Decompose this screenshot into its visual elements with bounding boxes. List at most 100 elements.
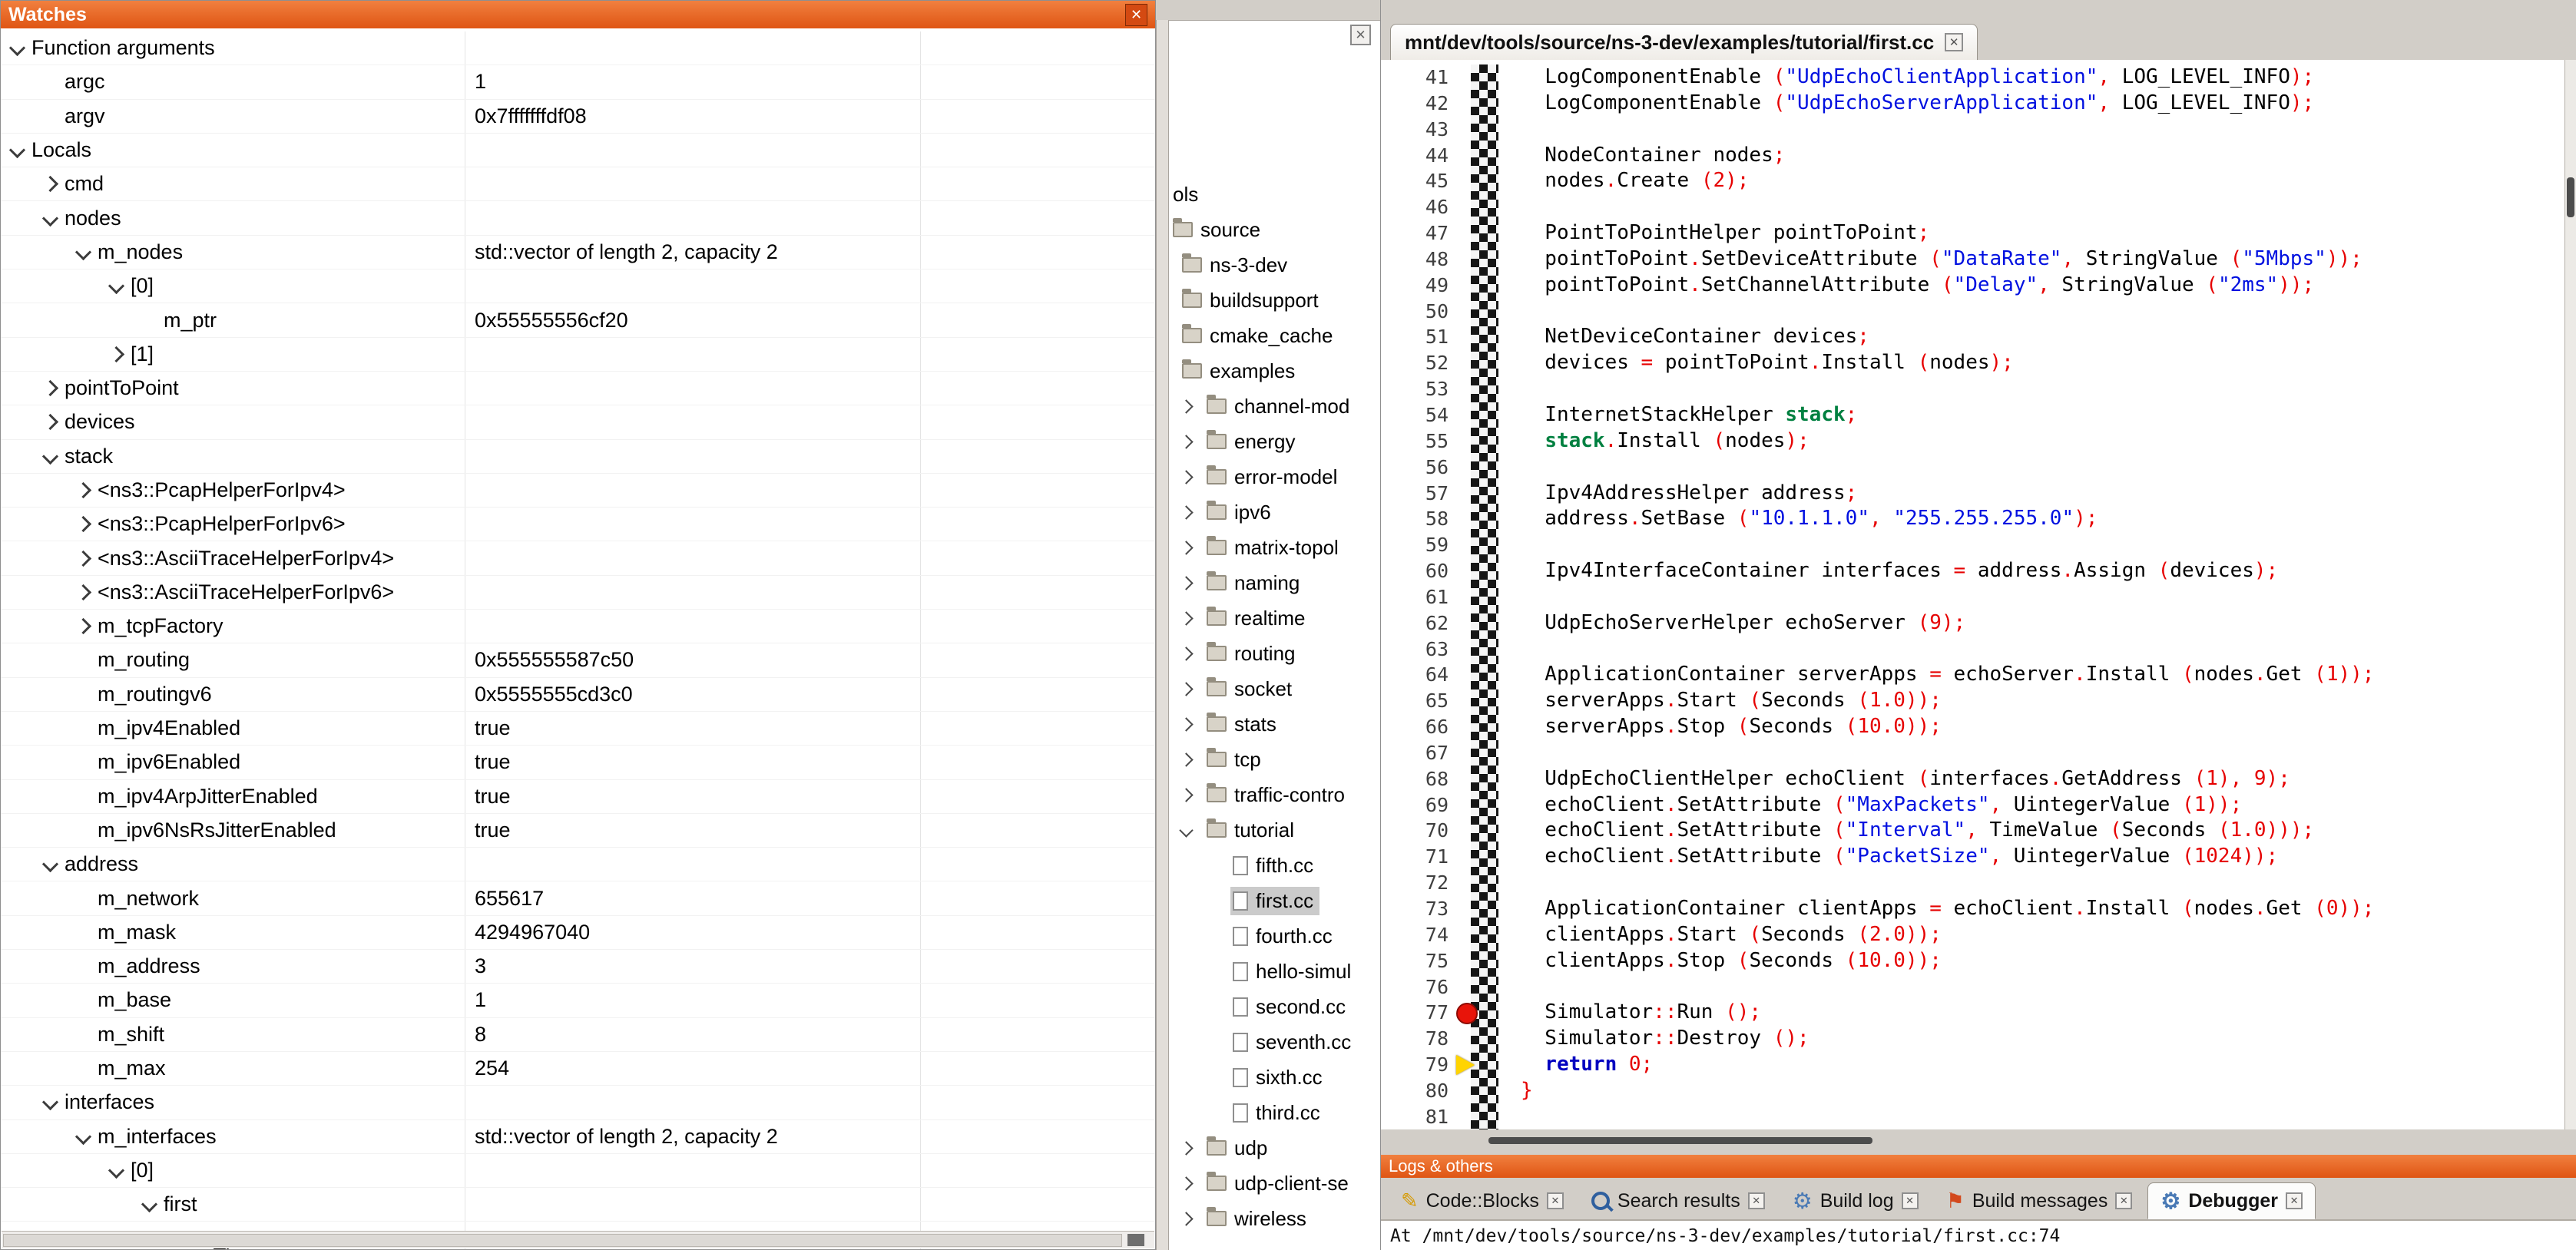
tree-item-ols[interactable]: ols xyxy=(1169,177,1380,212)
tree-item-stats[interactable]: stats xyxy=(1169,706,1380,742)
close-icon[interactable] xyxy=(2115,1192,2132,1209)
tree-item-wireless[interactable]: wireless xyxy=(1169,1201,1380,1236)
item-label-wrap[interactable]: matrix-topol xyxy=(1204,534,1345,562)
gutter-gap[interactable] xyxy=(1455,350,1521,376)
gutter-gap[interactable] xyxy=(1455,532,1521,558)
item-label-wrap[interactable]: ns-3-dev xyxy=(1180,251,1293,279)
watch-row[interactable]: m_ipv6NsRsJitterEnabledtrue xyxy=(1,814,1155,848)
line-number[interactable]: 75 xyxy=(1381,948,1455,974)
expand-icon[interactable] xyxy=(75,584,91,600)
watch-row[interactable]: m_shift8 xyxy=(1,1018,1155,1052)
gutter-gap[interactable] xyxy=(1455,922,1521,948)
watch-row[interactable]: pointToPoint xyxy=(1,372,1155,405)
item-label-wrap[interactable]: routing xyxy=(1204,640,1302,668)
expand-icon[interactable] xyxy=(1179,752,1193,766)
item-label-wrap[interactable]: second.cc xyxy=(1230,993,1352,1021)
expand-icon[interactable] xyxy=(1179,788,1193,802)
expand-icon[interactable] xyxy=(75,482,91,498)
watch-row[interactable]: m_routing0x555555587c50 xyxy=(1,643,1155,677)
gutter-gap[interactable] xyxy=(1455,1026,1521,1052)
line-number[interactable]: 66 xyxy=(1381,714,1455,740)
gutter-gap[interactable] xyxy=(1455,402,1521,428)
watch-row[interactable]: <ns3::PcapHelperForIpv6> xyxy=(1,508,1155,541)
tree-item-hello-simul[interactable]: hello-simul xyxy=(1169,954,1380,989)
line-number[interactable]: 51 xyxy=(1381,324,1455,350)
close-icon[interactable] xyxy=(1902,1192,1919,1209)
watch-row[interactable]: <ns3::AsciiTraceHelperForIpv4> xyxy=(1,541,1155,575)
watch-row[interactable]: m_ipv6Enabledtrue xyxy=(1,746,1155,779)
watch-row[interactable]: m_tcpFactory xyxy=(1,610,1155,643)
watch-row[interactable]: Function arguments xyxy=(1,31,1155,65)
editor-vertical-scrollbar[interactable] xyxy=(2564,60,2576,1129)
close-icon[interactable] xyxy=(1350,25,1371,45)
tree-item-tcp[interactable]: tcp xyxy=(1169,742,1380,777)
line-number[interactable]: 80 xyxy=(1381,1078,1455,1104)
tree-item-matrix-topol[interactable]: matrix-topol xyxy=(1169,530,1380,565)
tree-item-examples[interactable]: examples xyxy=(1169,353,1380,389)
tree-item-ns-3-dev[interactable]: ns-3-dev xyxy=(1169,247,1380,283)
code-editor[interactable]: 41 LogComponentEnable ("UdpEchoClientApp… xyxy=(1381,60,2564,1129)
watch-row[interactable]: m_address3 xyxy=(1,950,1155,984)
watch-row[interactable]: Locals xyxy=(1,134,1155,167)
collapse-icon[interactable] xyxy=(141,1196,157,1212)
tab-build-log[interactable]: Build log xyxy=(1780,1182,1931,1219)
item-label-wrap[interactable]: udp-client-se xyxy=(1204,1169,1355,1198)
close-icon[interactable] xyxy=(1945,33,1963,51)
watch-row[interactable]: [0] xyxy=(1,270,1155,303)
gutter-gap[interactable] xyxy=(1455,870,1521,896)
item-label-wrap[interactable]: ipv6 xyxy=(1204,498,1277,527)
item-label-wrap[interactable]: energy xyxy=(1204,428,1302,456)
expand-icon[interactable] xyxy=(1179,717,1193,731)
gutter-gap[interactable] xyxy=(1455,324,1521,350)
collapse-icon[interactable] xyxy=(108,1162,124,1179)
watch-row[interactable]: <ns3::PcapHelperForIpv4> xyxy=(1,474,1155,508)
tree-item-udp[interactable]: udp xyxy=(1169,1130,1380,1166)
watch-row[interactable]: cmd xyxy=(1,167,1155,201)
gutter-gap[interactable] xyxy=(1455,688,1521,714)
gutter-gap[interactable] xyxy=(1455,766,1521,792)
line-number[interactable]: 76 xyxy=(1381,974,1455,1000)
gutter-gap[interactable] xyxy=(1455,1104,1521,1129)
gutter-gap[interactable] xyxy=(1455,584,1521,610)
line-number[interactable]: 72 xyxy=(1381,870,1455,896)
item-label-wrap[interactable]: channel-mod xyxy=(1204,392,1356,421)
line-number[interactable]: 71 xyxy=(1381,844,1455,870)
line-number[interactable]: 74 xyxy=(1381,922,1455,948)
line-number[interactable]: 48 xyxy=(1381,246,1455,273)
tree-item-source[interactable]: source xyxy=(1169,212,1380,247)
item-label-wrap[interactable]: traffic-contro xyxy=(1204,781,1351,809)
gutter-gap[interactable] xyxy=(1455,299,1521,325)
item-label-wrap[interactable]: socket xyxy=(1204,675,1298,703)
line-number[interactable]: 63 xyxy=(1381,637,1455,663)
gutter-gap[interactable] xyxy=(1455,740,1521,766)
line-number[interactable]: 43 xyxy=(1381,117,1455,143)
tree-item-channel-mod[interactable]: channel-mod xyxy=(1169,389,1380,424)
editor-horizontal-scrollbar[interactable] xyxy=(1381,1129,2564,1155)
item-label-wrap[interactable]: source xyxy=(1170,216,1266,244)
tree-item-fifth.cc[interactable]: fifth.cc xyxy=(1169,848,1380,883)
expand-icon[interactable] xyxy=(1179,470,1193,484)
watch-row[interactable]: m_mask4294967040 xyxy=(1,916,1155,950)
line-number[interactable]: 56 xyxy=(1381,455,1455,481)
gutter-gap[interactable] xyxy=(1455,610,1521,637)
collapse-icon[interactable] xyxy=(1179,823,1193,837)
close-icon[interactable] xyxy=(2286,1192,2303,1209)
gutter-gap[interactable] xyxy=(1455,117,1521,143)
line-number[interactable]: 73 xyxy=(1381,896,1455,922)
line-number[interactable]: 47 xyxy=(1381,220,1455,246)
watch-row[interactable]: argv0x7fffffffdf08 xyxy=(1,100,1155,134)
line-number[interactable]: 68 xyxy=(1381,766,1455,792)
gutter-gap[interactable] xyxy=(1455,662,1521,688)
line-number[interactable]: 67 xyxy=(1381,740,1455,766)
item-label-wrap[interactable]: seventh.cc xyxy=(1230,1028,1357,1057)
item-label-wrap[interactable]: third.cc xyxy=(1230,1099,1326,1127)
expand-icon[interactable] xyxy=(1179,435,1193,448)
expand-icon[interactable] xyxy=(1179,1141,1193,1155)
expand-icon[interactable] xyxy=(1179,399,1193,413)
line-number[interactable]: 49 xyxy=(1381,273,1455,299)
item-label-wrap[interactable]: tcp xyxy=(1204,746,1267,774)
tree-item-second.cc[interactable]: second.cc xyxy=(1169,989,1380,1024)
gutter-gap[interactable] xyxy=(1455,974,1521,1000)
collapse-icon[interactable] xyxy=(9,142,25,158)
tree-item-sixth.cc[interactable]: sixth.cc xyxy=(1169,1060,1380,1095)
